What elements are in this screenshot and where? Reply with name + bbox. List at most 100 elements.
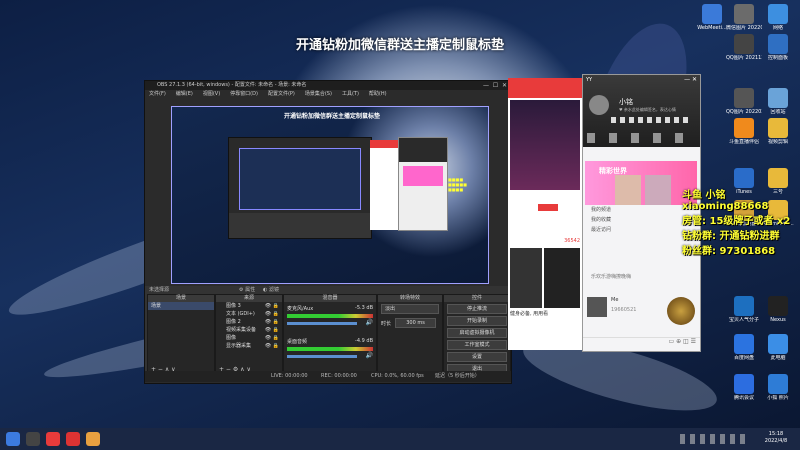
yy-feature-card[interactable]: 精彩世界 — [585, 161, 697, 205]
desktop-icon[interactable]: QQ图片 20211204... — [726, 34, 762, 61]
obs-menu-item[interactable]: 文件(F) — [149, 90, 166, 98]
controls-dock: 控件 停止推流 开始录制 启动虚拟摄像机 工作室模式 设置 退出 — [443, 294, 511, 376]
scenes-dock: 场景 场景 + − ∧ ∨ — [147, 294, 215, 376]
preview-overlay: ■■■■ ■■■■■ ■■■■ — [448, 177, 467, 192]
visibility-lock-icon[interactable]: 👁 🔒 — [265, 318, 279, 326]
source-item-label: 显示器采集 — [226, 343, 252, 349]
desktop-icon[interactable]: 斗鱼直播伴侣 — [726, 118, 762, 145]
volume-slider[interactable] — [287, 322, 357, 325]
obs-menu-item[interactable]: 停靠窗口(D) — [230, 90, 258, 98]
desktop-icon[interactable]: 视频剪辑 — [760, 118, 796, 145]
live-status: LIVE: 00:00:00 — [271, 373, 308, 379]
yy-gift-icon[interactable] — [667, 297, 695, 325]
duration-input[interactable]: 300 ms — [395, 318, 436, 328]
visibility-lock-icon[interactable]: 👁 🔒 — [265, 310, 279, 318]
source-item[interactable]: 视频采集设备 👁 🔒 — [216, 326, 282, 334]
yy-window-controls-icon[interactable]: — ✕ — [684, 76, 697, 83]
desktop: 开通钻粉加微信群送主播定制鼠标垫 WebMeeti...微信图片 20220..… — [0, 0, 800, 450]
filters-button[interactable]: ◐ 滤镜 — [263, 286, 279, 294]
desktop-icon[interactable]: 小狐 照片 — [760, 374, 796, 401]
taskbar-app-icon[interactable] — [66, 432, 80, 446]
yy-avatar[interactable] — [589, 95, 609, 115]
tray-icons[interactable] — [680, 434, 750, 444]
desktop-icon-label: 腾讯会议 — [733, 395, 754, 401]
desktop-icon[interactable]: 此电脑 — [760, 334, 796, 361]
live-thumb-2[interactable] — [544, 248, 580, 308]
control-button[interactable]: 启动虚拟摄像机 — [447, 328, 507, 338]
yy-nav-icons[interactable] — [587, 133, 697, 143]
live-app-red-button[interactable] — [538, 204, 558, 211]
taskbar-app-icon[interactable] — [26, 432, 40, 446]
overlay-line: 钻粉群: 开通钻粉进群 — [682, 231, 780, 242]
yy-card-image-1 — [615, 175, 641, 205]
obs-menu-item[interactable]: 场景集合(S) — [305, 90, 332, 98]
properties-button[interactable]: ⚙ 属性 — [239, 286, 255, 294]
preview-nested-docks — [229, 213, 371, 238]
desktop-icon[interactable]: 控制面板 — [760, 34, 796, 61]
desktop-app-icon — [768, 168, 788, 188]
desktop-icon[interactable]: 回收站 — [760, 88, 796, 115]
obs-preview[interactable]: 开通钻粉加微信群送主播定制鼠标垫 ■■■■ ■■■■■ ■■■■ — [171, 106, 489, 284]
volume-slider[interactable] — [287, 355, 357, 358]
control-button[interactable]: 开始录制 — [447, 316, 507, 326]
obs-titlebar[interactable]: OBS 27.1.3 (64-bit, windows) - 配置文件: 未命名… — [145, 81, 511, 90]
taskbar: 15:18 2022/4/8 — [0, 428, 800, 450]
mixer-channel-name: 麦克风/Aux — [287, 306, 314, 312]
source-item[interactable]: 图像 👁 🔒 — [216, 334, 282, 342]
source-item[interactable]: 文本 (GDI+) 👁 🔒 — [216, 310, 282, 318]
desktop-app-icon — [734, 374, 754, 394]
desktop-icon[interactable]: 网络 — [760, 4, 796, 31]
mixer-list: 麦克风/Aux -5.3 dB 🔊 桌面音频 -4.9 dB 🔊 — [284, 305, 376, 368]
visibility-lock-icon[interactable]: 👁 🔒 — [265, 334, 279, 342]
source-item[interactable]: 图像 2 👁 🔒 — [216, 318, 282, 326]
obs-menu-item[interactable]: 配置文件(P) — [268, 90, 295, 98]
clock[interactable]: 15:18 2022/4/8 — [756, 431, 796, 445]
control-button[interactable]: 停止推流 — [447, 304, 507, 314]
mixer-dock: 混音器 麦克风/Aux -5.3 dB 🔊 桌面音频 -4.9 dB 🔊 — [283, 294, 377, 376]
desktop-icon[interactable]: 宝贝人气分子 — [726, 296, 762, 323]
live-app-window[interactable]: 36542 健身必备, 用用看 — [508, 78, 582, 350]
control-button[interactable]: 工作室模式 — [447, 340, 507, 350]
overlay-line: 房管: 15级牌子或者 x2 — [682, 216, 791, 227]
mute-icon[interactable]: 🔊 — [366, 319, 373, 326]
desktop-icon[interactable]: 腾讯会议 — [726, 374, 762, 401]
visibility-lock-icon[interactable]: 👁 🔒 — [265, 302, 279, 310]
desktop-icon-label: QQ图片 2022023... — [726, 109, 762, 115]
source-item[interactable]: 显示器采集 👁 🔒 — [216, 342, 282, 350]
obs-window[interactable]: OBS 27.1.3 (64-bit, windows) - 配置文件: 未命名… — [144, 80, 512, 384]
obs-menu-item[interactable]: 编辑(E) — [176, 90, 193, 98]
desktop-icon[interactable]: WebMeeti... — [694, 4, 730, 31]
desktop-app-icon — [768, 88, 788, 108]
taskbar-app-icon[interactable] — [46, 432, 60, 446]
visibility-lock-icon[interactable]: 👁 🔒 — [265, 326, 279, 334]
live-thumb-1[interactable] — [510, 248, 542, 308]
desktop-app-icon — [768, 34, 788, 54]
sources-list: 图像 3 👁 🔒 文本 (GDI+) 👁 🔒 图像 2 👁 🔒 视频采集设备 👁 🔒 图像 👁 🔒… — [216, 302, 282, 350]
transitions-dock-title: 转场特效 — [378, 295, 442, 302]
obs-menu-item[interactable]: 工具(T) — [342, 90, 359, 98]
control-button[interactable]: 设置 — [447, 352, 507, 362]
desktop-icon-label: 控制面板 — [767, 55, 788, 61]
obs-menu-item[interactable]: 帮助(H) — [369, 90, 387, 98]
desktop-icon[interactable]: Nexus — [760, 296, 796, 323]
yy-bottom-toolbar-icons[interactable]: ▭ ⊕ ◫ ☰ — [583, 337, 700, 349]
yy-status-icons[interactable] — [611, 117, 691, 123]
visibility-lock-icon[interactable]: 👁 🔒 — [265, 342, 279, 350]
scene-item[interactable]: 场景 — [148, 302, 214, 310]
source-item[interactable]: 图像 3 👁 🔒 — [216, 302, 282, 310]
obs-menu-item[interactable]: 视图(V) — [203, 90, 220, 98]
mixer-channel: 桌面音频 -4.9 dB 🔊 — [287, 338, 373, 368]
taskbar-app-icon[interactable] — [86, 432, 100, 446]
source-item-label: 图像 2 — [226, 319, 241, 325]
mixer-channel-db: -4.9 dB — [355, 338, 373, 344]
desktop-icon[interactable]: QQ图片 2022023... — [726, 88, 762, 115]
transition-select[interactable]: 淡出 — [381, 304, 439, 314]
window-controls-icon[interactable]: — ☐ ✕ — [483, 81, 507, 90]
desktop-app-icon — [768, 4, 788, 24]
start-icon[interactable] — [6, 432, 20, 446]
banner-text: 开通钻粉加微信群送主播定制鼠标垫 — [295, 38, 504, 53]
view-count-badge: 36542 — [564, 238, 580, 244]
desktop-icon[interactable]: 百度网盘 — [726, 334, 762, 361]
mute-icon[interactable]: 🔊 — [366, 352, 373, 359]
desktop-icon[interactable]: 微信图片 20220... — [726, 4, 762, 31]
